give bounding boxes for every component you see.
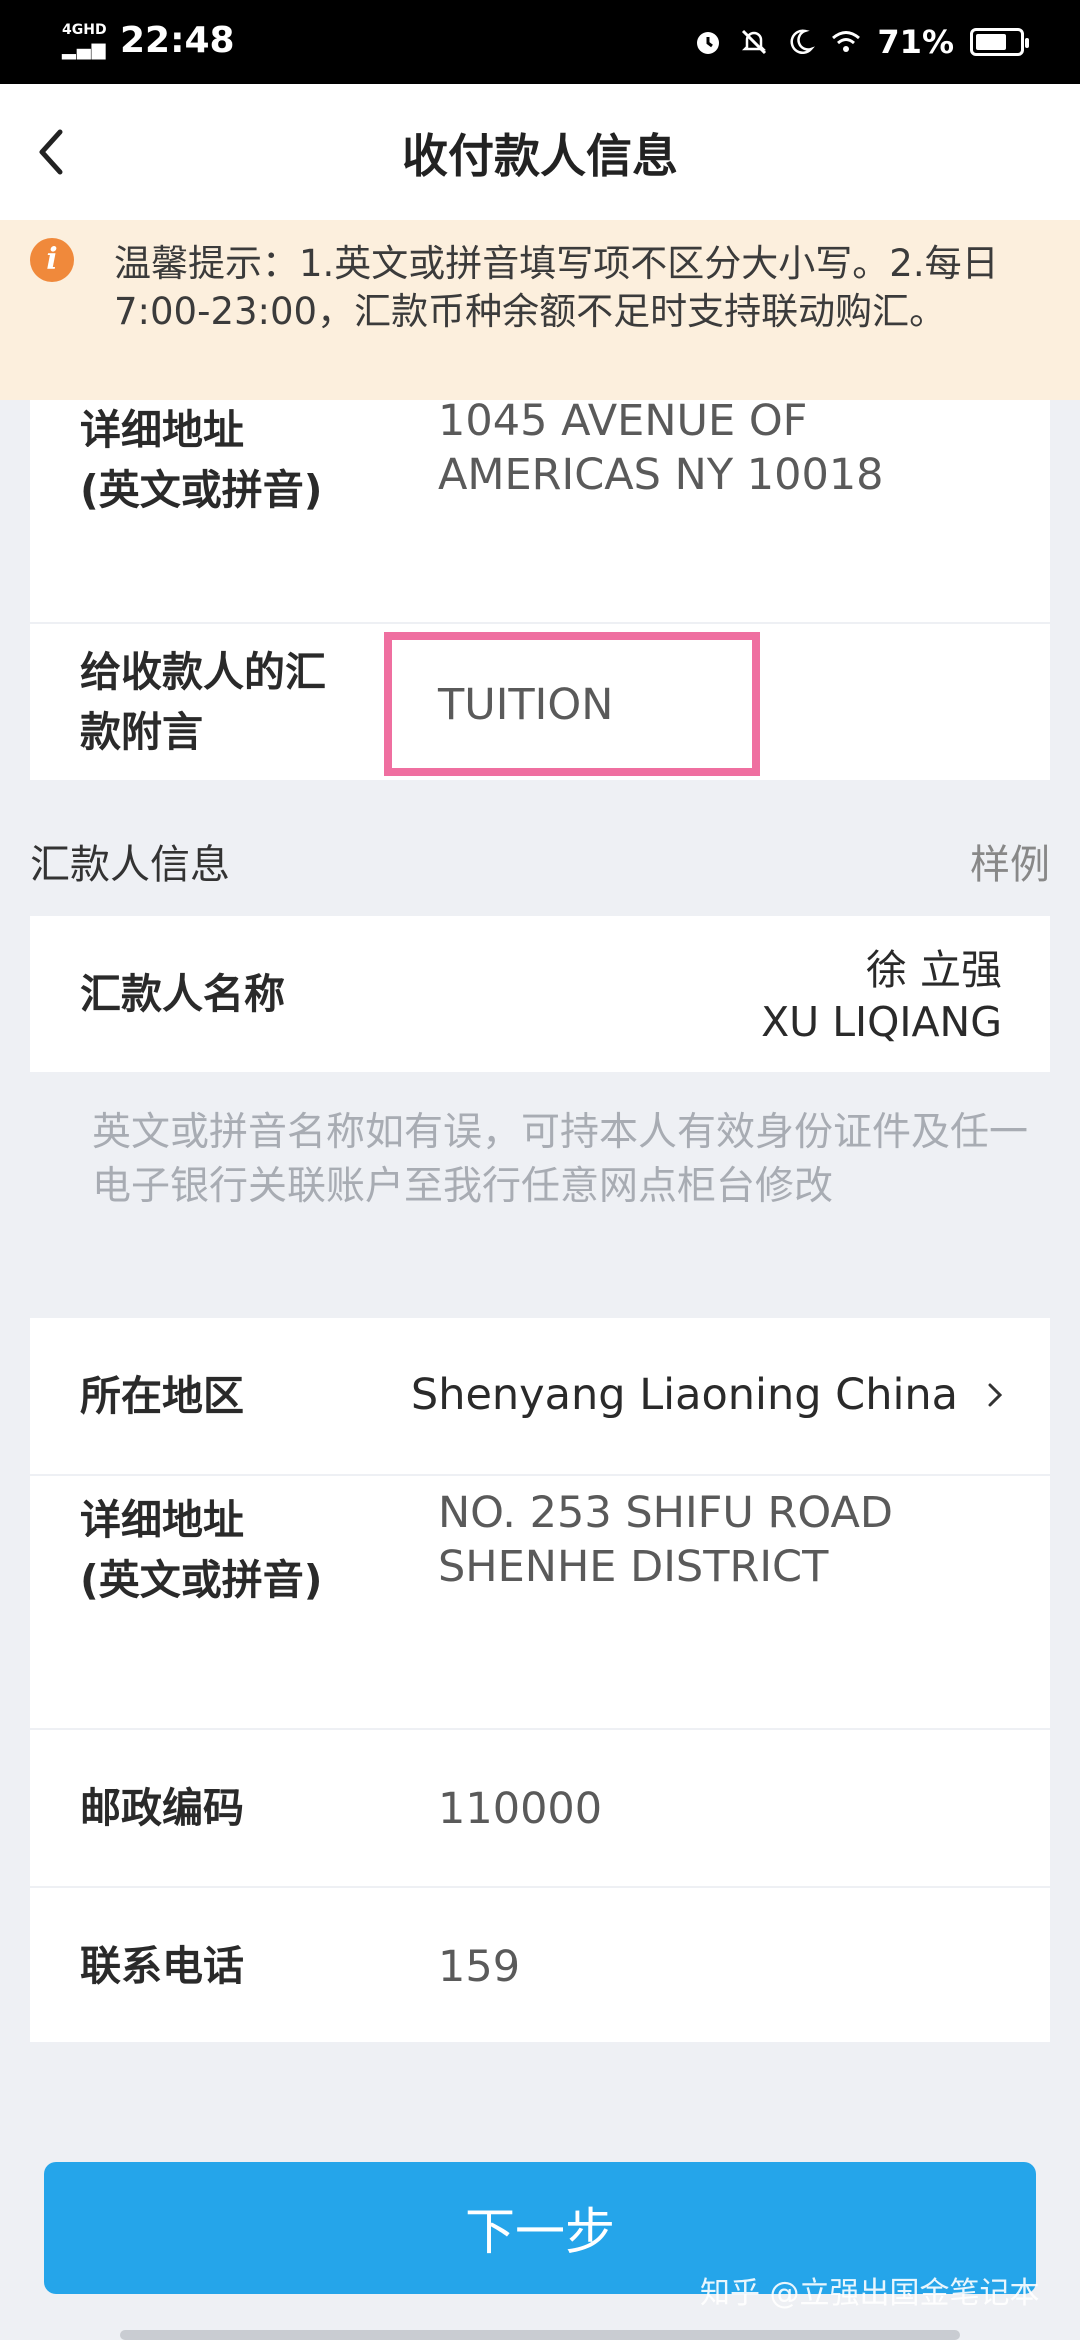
battery-percent: 71% [877,23,954,61]
mute-bell-icon [742,29,767,55]
do-not-disturb-moon-icon [790,29,816,54]
divider [30,1728,1050,1730]
clock: 22:48 [120,20,235,61]
remitter-address-line2: SHENHE DISTRICT [438,1542,829,1592]
network-indicator: 4GHD ▂▄▆ [62,22,107,60]
info-icon: i [30,238,74,282]
network-type: 4GHD [62,22,107,38]
payee-address-label-line1: 详细地址 [80,406,244,454]
payee-memo-label-line1: 给收款人的汇 [80,648,326,696]
payee-address-line1: 1045 AVENUE OF [438,396,808,446]
remitter-address-field[interactable]: NO. 253 SHIFU ROAD SHENHE DISTRICT [438,1486,893,1594]
region-label: 所在地区 [80,1372,244,1420]
remitter-name-pinyin: XU LIQIANG [761,998,1002,1046]
alarm-icon [697,32,720,54]
sample-link[interactable]: 样例 [970,832,1050,890]
name-helper-text: 英文或拼音名称如有误，可持本人有效身份证件及任一电子银行关联账户至我行任意网点柜… [92,1110,1029,1209]
remitter-details-card: 所在地区 Shenyang Liaoning China 详细地址 (英文或拼音… [30,1318,1050,2042]
wifi-icon [832,31,861,52]
divider [30,1474,1050,1476]
remitter-name-label: 汇款人名称 [80,970,285,1018]
notice-text: 温馨提示：1.英文或拼音填写项不区分大小写。2.每日7:00-23:00，汇款币… [114,242,999,333]
payee-address-label: 详细地址 (英文或拼音) [80,400,322,520]
payee-memo-label-line2: 款附言 [80,708,203,756]
battery-icon [970,28,1029,56]
payee-memo-label: 给收款人的汇 款附言 [80,642,326,762]
region-row[interactable]: 所在地区 Shenyang Liaoning China [30,1318,1050,1474]
remitter-address-label-line2: (英文或拼音) [80,1556,323,1604]
signal-icon: ▂▄▆ [62,39,107,60]
remitter-address-label-line1: 详细地址 [80,1496,244,1544]
status-bar: 4GHD ▂▄▆ 22:48 71% [0,0,1080,84]
page-title: 收付款人信息 [402,129,678,183]
payee-address-line2: AMERICAS NY 10018 [438,450,884,500]
watermark: 知乎 @立强出国金笔记本 [700,2276,1040,2311]
remitter-name-card: 汇款人名称 徐 立强 XU LIQIANG [30,916,1050,1072]
remitter-name-chinese: 徐 立强 [865,946,1002,994]
remitter-name-value: 徐 立强 XU LIQIANG [761,944,1002,1048]
divider [30,622,1050,624]
chevron-right-icon [988,1383,1003,1407]
remitter-address-label: 详细地址 (英文或拼音) [80,1490,322,1610]
home-indicator[interactable] [120,2330,960,2340]
postcode-label: 邮政编码 [80,1784,244,1832]
remitter-section-title: 汇款人信息 [30,842,230,888]
phone-label: 联系电话 [80,1942,244,1990]
battery-fill [976,34,1006,50]
nav-bar: 收付款人信息 [0,84,1080,220]
highlight-annotation [384,632,760,776]
status-icons: 71% [693,22,1029,62]
notice-banner: i 温馨提示：1.英文或拼音填写项不区分大小写。2.每日7:00-23:00，汇… [0,220,1080,400]
phone-field[interactable]: 159 [438,1940,520,1994]
payee-address-label-line2: (英文或拼音) [80,466,323,514]
divider [30,1886,1050,1888]
payee-address-field[interactable]: 1045 AVENUE OF AMERICAS NY 10018 [438,394,884,502]
postcode-field[interactable]: 110000 [438,1782,602,1836]
remitter-address-line1: NO. 253 SHIFU ROAD [438,1488,894,1538]
region-value: Shenyang Liaoning China [410,1370,958,1420]
